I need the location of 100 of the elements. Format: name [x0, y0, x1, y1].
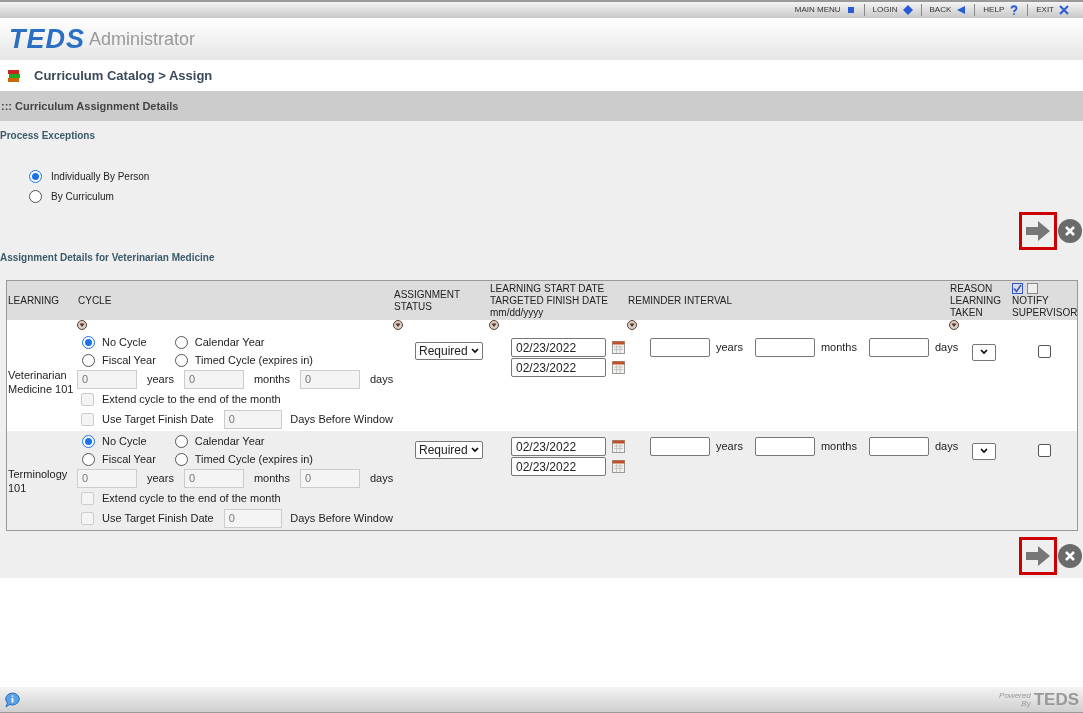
sort-icon[interactable]	[627, 320, 637, 330]
number-field[interactable]: 0	[77, 370, 137, 389]
unit-label: months	[820, 439, 857, 455]
menu-link[interactable]: EXIT	[1028, 4, 1077, 16]
number-field[interactable]	[650, 437, 710, 456]
uncheck-all-checkbox[interactable]	[1027, 282, 1038, 294]
checkbox-label: Use Target Finish Date	[102, 510, 214, 526]
unit-label: days	[935, 340, 959, 356]
status-dropdown[interactable]: Required	[415, 441, 483, 459]
number-field[interactable]	[754, 437, 815, 456]
logo: TEDS	[9, 25, 85, 53]
unit-label: months	[253, 471, 290, 487]
radio-button[interactable]	[82, 336, 95, 349]
checkbox[interactable]	[1037, 345, 1051, 358]
radio-button[interactable]	[29, 189, 42, 203]
radio-button[interactable]	[174, 354, 188, 367]
footer-logo: TEDS	[1033, 691, 1079, 708]
radio-button[interactable]	[82, 453, 95, 466]
menu-link[interactable]: MAIN MENU	[786, 4, 865, 16]
calendar-icon[interactable]	[612, 460, 625, 473]
calendar-icon[interactable]	[612, 440, 625, 453]
number-field[interactable]	[869, 338, 929, 357]
section-heading: Process Exceptions	[0, 130, 96, 141]
caret-icon	[980, 448, 988, 454]
help-icon	[1009, 5, 1020, 15]
sort-icon[interactable]	[77, 320, 87, 330]
info-icon[interactable]	[4, 691, 21, 708]
cancel-button[interactable]	[1058, 219, 1082, 243]
number-field[interactable]: 0	[183, 469, 244, 488]
books-icon	[7, 68, 21, 83]
number-field[interactable]: 0	[77, 469, 137, 488]
unit-label: Days Before Window	[290, 510, 393, 526]
section-title: ::: Curriculum Assignment Details	[1, 98, 179, 114]
unit-label: years	[147, 372, 174, 388]
reason-dropdown[interactable]	[972, 343, 996, 361]
number-field[interactable]	[754, 338, 815, 357]
triangle-icon	[956, 5, 967, 15]
breadcrumb: Curriculum Catalog > Assign	[34, 66, 213, 85]
column-header: STATUS	[394, 300, 433, 313]
sort-icon[interactable]	[489, 320, 499, 330]
radio-label: Timed Cycle (expires in)	[194, 353, 313, 369]
unit-label: years	[716, 439, 743, 455]
unit-label: years	[147, 471, 174, 487]
radio-label: No Cycle	[102, 434, 147, 450]
checkbox-label: Use Target Finish Date	[102, 411, 214, 427]
next-button[interactable]	[1019, 537, 1057, 575]
product-name: Administrator	[89, 27, 196, 51]
radio-label: No Cycle	[102, 335, 147, 351]
checkbox[interactable]	[1037, 444, 1051, 457]
number-field[interactable]	[869, 437, 929, 456]
diamond-icon	[902, 5, 913, 15]
unit-label: Days Before Window	[290, 411, 393, 427]
check-icon	[1013, 283, 1022, 293]
calendar-icon[interactable]	[612, 361, 625, 374]
number-field[interactable]: 0	[300, 469, 360, 488]
menu-link[interactable]: BACK	[921, 4, 976, 16]
unit-label: years	[716, 340, 743, 356]
menu-link[interactable]: LOGIN	[864, 4, 922, 16]
date-field[interactable]: 02/23/2022	[511, 437, 606, 456]
close-icon	[1059, 5, 1069, 15]
radio-button[interactable]	[174, 336, 188, 349]
status-dropdown[interactable]: Required	[415, 342, 483, 360]
unit-label: days	[370, 471, 394, 487]
check-all-checkbox[interactable]	[1012, 282, 1023, 294]
date-field[interactable]: 02/23/2022	[511, 358, 606, 377]
radio-button[interactable]	[174, 435, 188, 448]
column-header: mm/dd/yyyy	[490, 306, 545, 319]
radio-label: By Curriculum	[51, 189, 114, 204]
menu-link[interactable]: HELP	[975, 4, 1029, 16]
radio-label: Calendar Year	[194, 434, 265, 450]
date-field[interactable]: 02/23/2022	[511, 338, 606, 357]
radio-label: Calendar Year	[194, 335, 265, 351]
number-field[interactable]: 0	[183, 370, 244, 389]
arrow-icon	[1026, 546, 1050, 566]
reason-dropdown[interactable]	[972, 442, 996, 460]
number-field[interactable]	[650, 338, 710, 357]
radio-button[interactable]	[174, 453, 188, 466]
radio-label: Individually By Person	[51, 169, 150, 184]
by-label: By	[1021, 699, 1031, 708]
unit-label: months	[253, 372, 290, 388]
caret-icon	[470, 348, 479, 354]
close-icon	[1064, 550, 1076, 562]
sort-icon[interactable]	[393, 320, 403, 330]
number-field[interactable]: 0	[300, 370, 360, 389]
radio-label: Fiscal Year	[102, 353, 156, 369]
calendar-icon[interactable]	[612, 341, 625, 354]
column-header: NOTIFY	[1012, 294, 1050, 307]
column-header: TAKEN	[950, 306, 984, 319]
date-field[interactable]: 02/23/2022	[511, 457, 606, 476]
sort-icon[interactable]	[949, 320, 959, 330]
column-header: REASON	[950, 282, 994, 295]
radio-button[interactable]	[82, 354, 95, 367]
next-button[interactable]	[1019, 212, 1057, 250]
column-header: CYCLE	[78, 294, 113, 307]
column-header: TARGETED FINISH DATE	[490, 294, 609, 307]
radio-label: Fiscal Year	[102, 452, 156, 468]
arrow-icon	[1026, 221, 1050, 241]
cancel-button[interactable]	[1058, 544, 1082, 568]
radio-button[interactable]	[29, 169, 42, 183]
radio-button[interactable]	[82, 435, 95, 448]
